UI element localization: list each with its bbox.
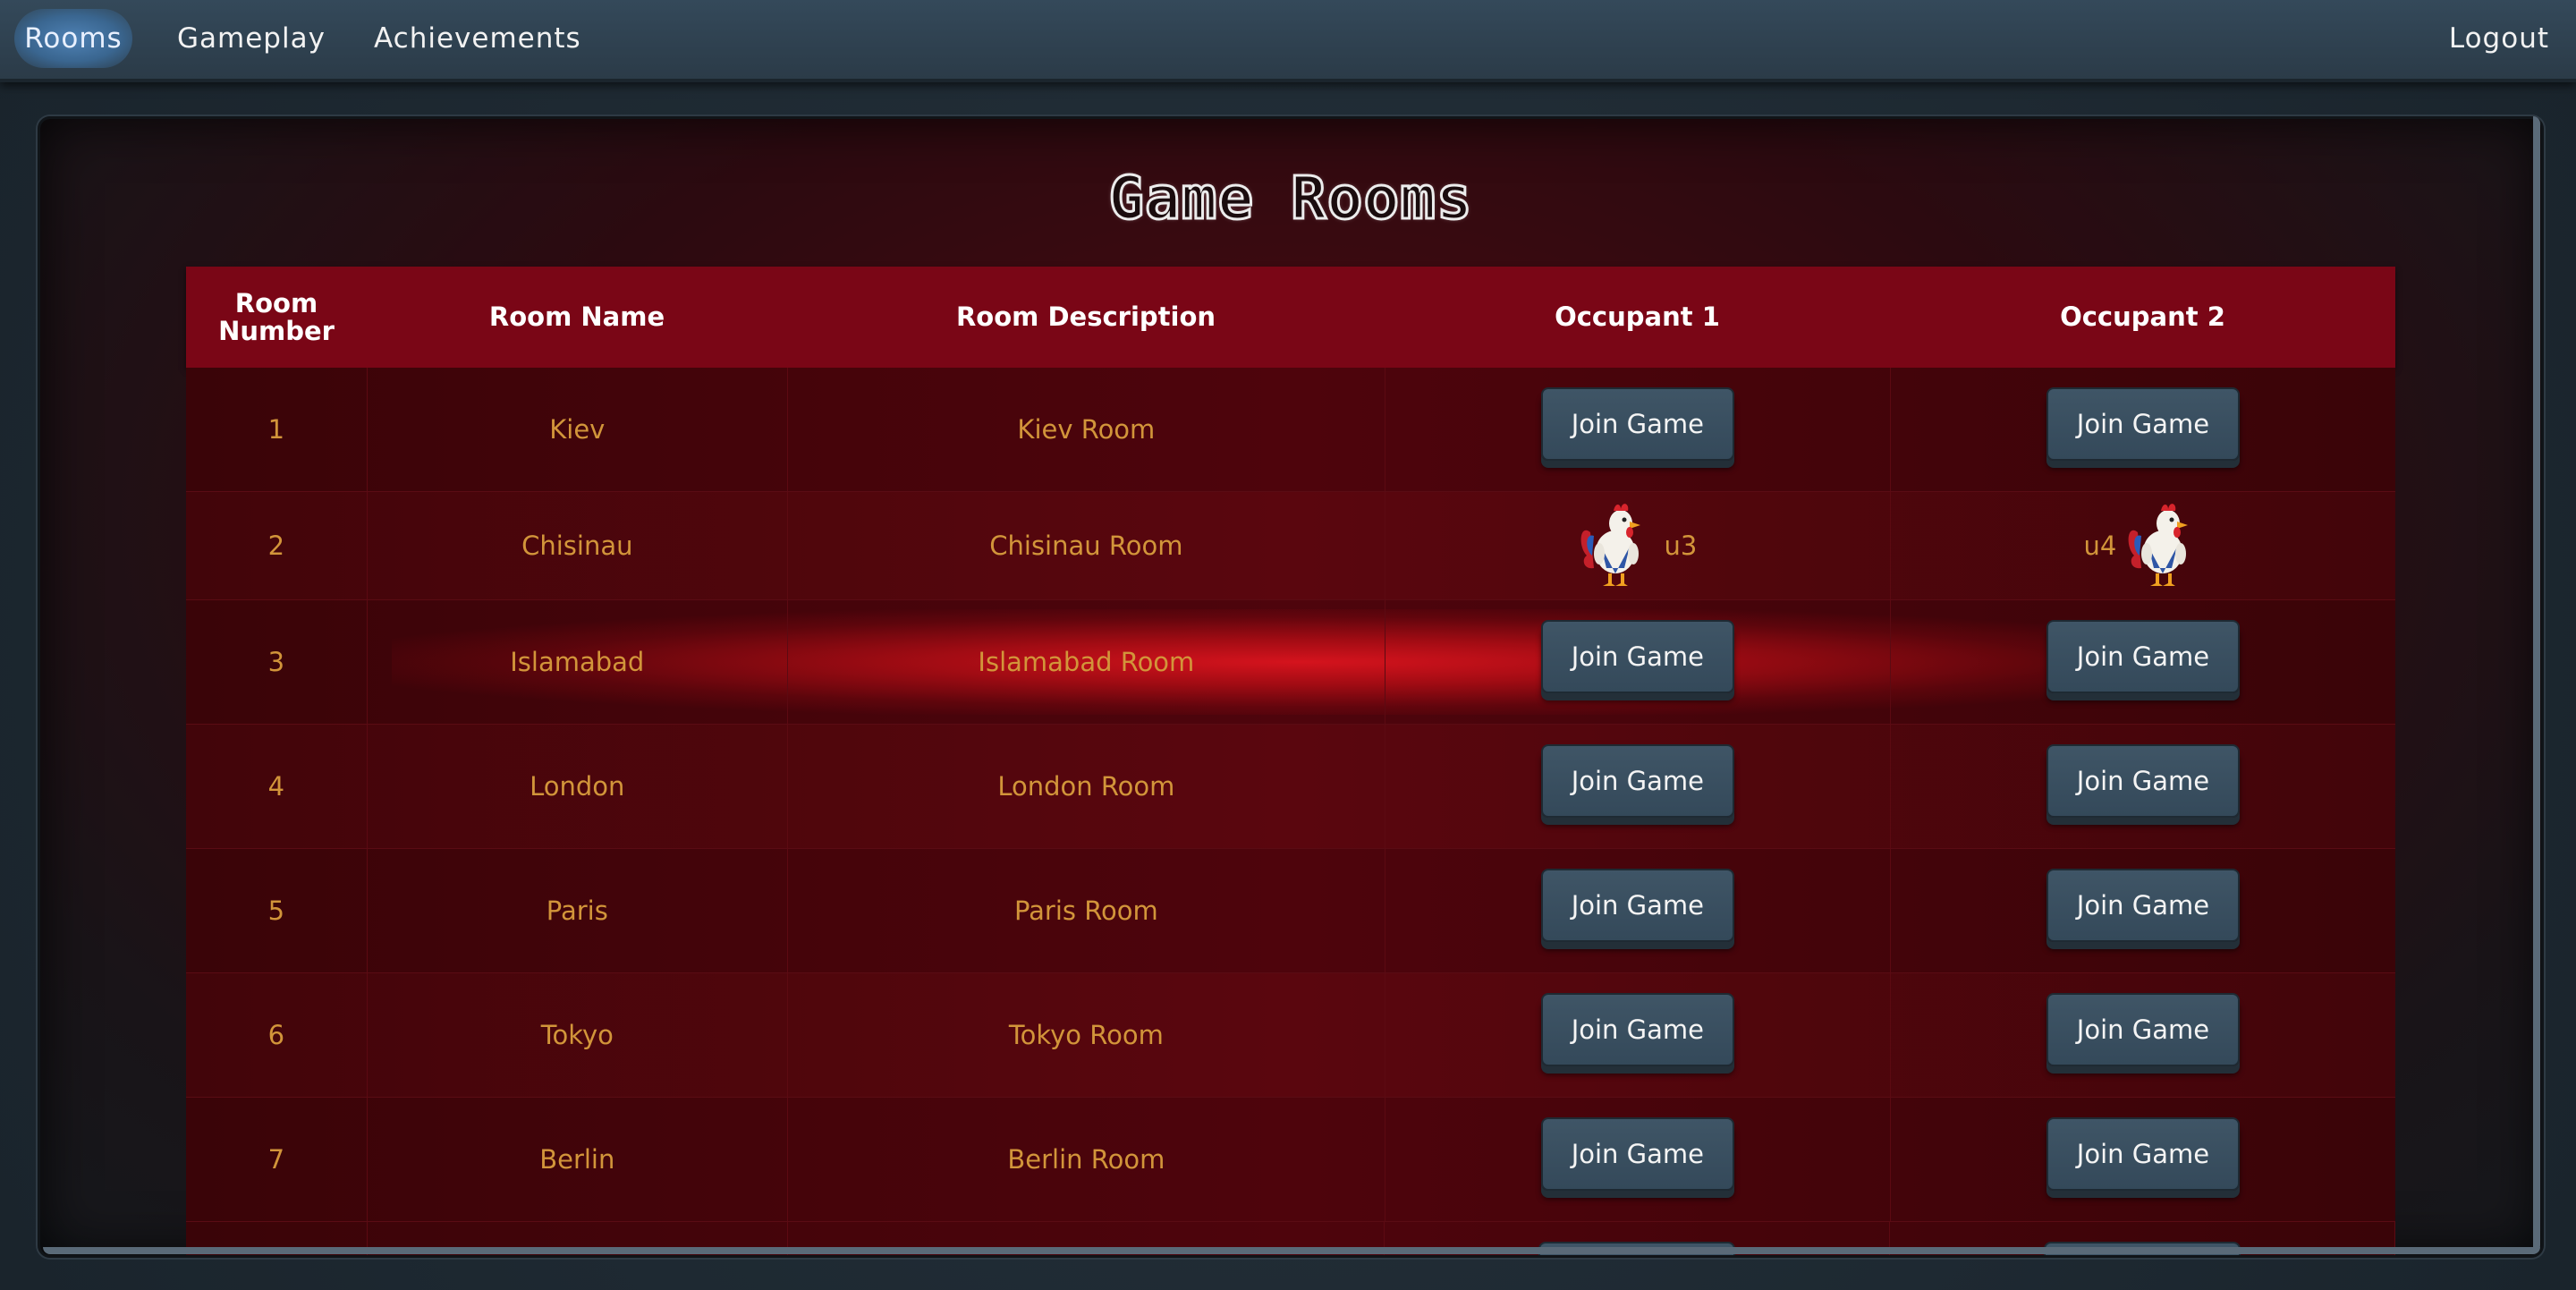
room-number-cell-text: 2: [267, 530, 285, 561]
panel-frame-edge: [2533, 116, 2540, 1252]
occupant-display: u4: [2084, 496, 2203, 596]
occupant-1-cell: Join Game: [1385, 1098, 1891, 1221]
join-game-button[interactable]: Join Game: [2046, 993, 2240, 1066]
rooms-table: Room Number Room Name Room Description O…: [186, 267, 2395, 1255]
room-number-cell: 5: [186, 849, 368, 972]
occupant-1-cell: Join Game: [1385, 368, 1891, 491]
table-row: 3 Islamabad Islamabad Room Join Game Join Ga…: [186, 600, 2395, 725]
room-number-cell: 1: [186, 368, 368, 491]
occupant-2-cell: u4: [1891, 492, 2395, 599]
game-rooms-panel: Game Rooms Room Number Room Name Room De…: [38, 116, 2544, 1258]
occupant-1-cell: u3: [1385, 492, 1891, 599]
room-number-cell: 7: [186, 1098, 368, 1221]
room-number-cell-text: 3: [267, 647, 285, 677]
room-description-cell: Chisinau Room: [788, 492, 1385, 599]
occupant-2-cell: Join Game: [1891, 600, 2395, 724]
table-row: 7 Berlin Berlin Room Join Game Join Game: [186, 1098, 2395, 1222]
join-game-button[interactable]: Join Game: [1540, 993, 1734, 1066]
room-description-cell-text: Berlin Room: [1007, 1144, 1165, 1175]
room-description-cell-text: Tokyo Room: [1008, 1020, 1164, 1050]
room-name-cell: Kiev: [368, 368, 788, 491]
room-name-cell: Paris: [368, 849, 788, 972]
page-title: Game Rooms: [1107, 163, 1473, 234]
occupant-2-cell: Join Game: [1891, 725, 2395, 848]
room-name-cell: Tokyo: [368, 973, 788, 1097]
room-description-cell: Berlin Room: [788, 1098, 1385, 1221]
join-game-button[interactable]: Join Game: [1540, 744, 1734, 818]
occupant-display: u3: [1578, 496, 1697, 596]
occupant-1-cell: Join Game: [1385, 600, 1891, 724]
header-occupant-1: Occupant 1: [1555, 301, 1720, 332]
room-number-cell-text: 5: [267, 895, 285, 926]
room-description-cell: Paris Room: [788, 849, 1385, 972]
room-number-cell-text: 6: [267, 1020, 285, 1050]
room-description-cell-text: Kiev Room: [1017, 414, 1156, 445]
nav-rooms[interactable]: Rooms: [14, 9, 132, 68]
join-game-button[interactable]: Join Game: [2046, 1117, 2240, 1191]
room-name-cell: Berlin: [368, 1098, 788, 1221]
header-room-number: Room Number: [186, 267, 367, 368]
header-occupant-2: Occupant 2: [2060, 301, 2225, 332]
room-description-cell-text: Paris Room: [1013, 895, 1158, 926]
nav-logout[interactable]: Logout: [2449, 9, 2549, 68]
room-name-cell-text: Kiev: [549, 414, 606, 445]
room-name-cell-text: Chisinau: [521, 530, 633, 561]
join-game-button[interactable]: Join Game: [1540, 387, 1734, 461]
header-room-description: Room Description: [955, 301, 1216, 332]
nav-achievements[interactable]: Achievements: [374, 9, 581, 68]
table-row: 5 Paris Paris Room Join Game Join Game: [186, 849, 2395, 973]
room-description-cell: Tokyo Room: [788, 973, 1385, 1097]
room-description-cell-text: Chisinau Room: [989, 530, 1183, 561]
table-row: 1 Kiev Kiev Room Join Game Join Game: [186, 368, 2395, 492]
rooster-avatar-icon: [1578, 496, 1655, 596]
join-game-button[interactable]: Join Game: [1540, 1117, 1734, 1191]
room-number-cell: 4: [186, 725, 368, 848]
room-name-cell-text: Paris: [546, 895, 608, 926]
occupant-2-cell: Join Game: [1891, 973, 2395, 1097]
room-number-cell: 2: [186, 492, 368, 599]
join-game-button[interactable]: Join Game: [1540, 620, 1734, 693]
occupant-1-cell: Join Game: [1385, 973, 1891, 1097]
occupant-username: u4: [2083, 530, 2117, 561]
room-number-cell-text: 4: [267, 771, 285, 802]
room-number-cell: 3: [186, 600, 368, 724]
table-row: 4 London London Room Join Game Join Game: [186, 725, 2395, 849]
table-body: 1 Kiev Kiev Room Join Game Join Game 2 Chisina…: [186, 368, 2395, 1255]
room-description-cell-text: Islamabad Room: [978, 647, 1195, 677]
occupant-2-cell: Join Game: [1891, 1098, 2395, 1221]
room-name-cell: London: [368, 725, 788, 848]
room-description-cell: Kiev Room: [788, 368, 1385, 491]
table-row: 6 Tokyo Tokyo Room Join Game Join Game: [186, 973, 2395, 1098]
join-game-button[interactable]: Join Game: [2046, 744, 2240, 818]
join-game-button[interactable]: Join Game: [2046, 620, 2240, 693]
occupant-1-cell: Join Game: [1385, 725, 1891, 848]
room-name-cell: Islamabad: [368, 600, 788, 724]
occupant-2-cell: Join Game: [1891, 849, 2395, 972]
room-name-cell-text: Islamabad: [510, 647, 645, 677]
top-navbar: Rooms Gameplay Achievements Logout: [0, 0, 2576, 82]
occupant-1-cell: Join Game: [1385, 849, 1891, 972]
table-header: Room Number Room Name Room Description O…: [186, 267, 2395, 368]
rooster-avatar-icon: [2125, 496, 2202, 596]
room-number-cell-text: 7: [267, 1144, 285, 1175]
header-room-name: Room Name: [488, 301, 665, 332]
room-name-cell: Chisinau: [368, 492, 788, 599]
header-room-number-label: Room Number: [218, 287, 335, 346]
room-description-cell: London Room: [788, 725, 1385, 848]
room-name-cell-text: Tokyo: [540, 1020, 614, 1050]
room-description-cell-text: London Room: [997, 771, 1175, 802]
room-name-cell-text: Berlin: [539, 1144, 615, 1175]
table-row: 2 Chisinau Chisinau Room u3 u4: [186, 492, 2395, 600]
join-game-button[interactable]: Join Game: [2046, 387, 2240, 461]
join-game-button[interactable]: Join Game: [2046, 869, 2240, 942]
room-number-cell: 6: [186, 973, 368, 1097]
room-name-cell-text: London: [530, 771, 625, 802]
room-number-cell-text: 1: [267, 414, 285, 445]
panel-frame-edge: [43, 1247, 2540, 1254]
nav-gameplay[interactable]: Gameplay: [177, 9, 326, 68]
room-description-cell: Islamabad Room: [788, 600, 1385, 724]
occupant-2-cell: Join Game: [1891, 368, 2395, 491]
join-game-button[interactable]: Join Game: [1540, 869, 1734, 942]
occupant-username: u3: [1664, 530, 1698, 561]
